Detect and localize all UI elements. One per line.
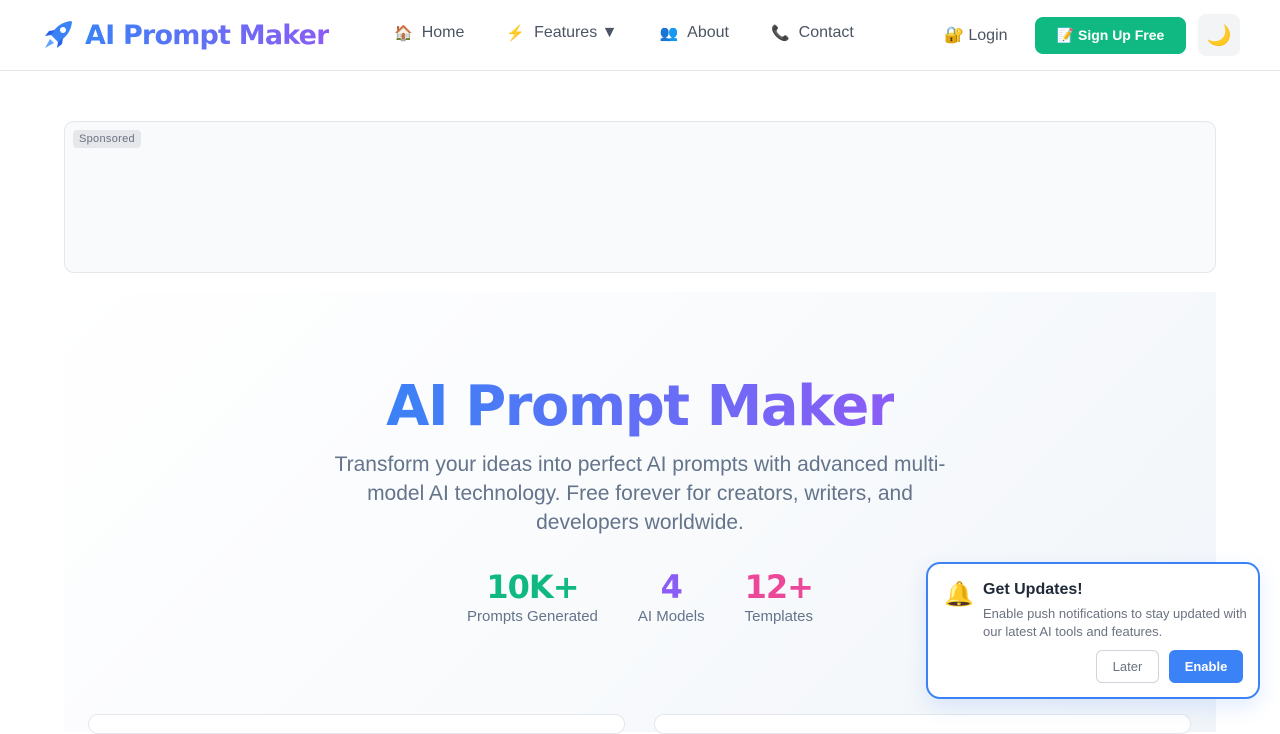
sponsored-ad-banner[interactable]: Sponsored bbox=[64, 121, 1216, 273]
stat-prompts-value: 10K+ bbox=[486, 568, 579, 606]
stat-templates-value: 12+ bbox=[744, 568, 814, 606]
nav-features-dropdown[interactable]: ⚡ Features ▼ bbox=[506, 24, 617, 42]
sponsored-label: Sponsored bbox=[73, 130, 141, 148]
people-icon: 👥 bbox=[659, 25, 679, 42]
later-button[interactable]: Later bbox=[1096, 650, 1159, 683]
nav-about-link[interactable]: 👥 About bbox=[659, 24, 729, 42]
feature-card[interactable] bbox=[654, 714, 1191, 734]
stat-prompts: 10K+ Prompts Generated bbox=[467, 568, 598, 625]
stat-models: 4 AI Models bbox=[638, 568, 705, 625]
login-link[interactable]: 🔐 Login bbox=[944, 25, 1008, 45]
nav-features-label: Features ▼ bbox=[534, 24, 618, 41]
signup-button[interactable]: 📝 Sign Up Free bbox=[1035, 17, 1186, 54]
notification-title: Get Updates! bbox=[983, 581, 1083, 598]
nav-about-label: About bbox=[687, 24, 729, 41]
lightning-icon: ⚡ bbox=[506, 25, 526, 42]
top-navbar: AI Prompt Maker 🏠 Home ⚡ Features ▼ 👥 Ab… bbox=[0, 0, 1280, 71]
bell-icon: 🔔 bbox=[944, 581, 974, 608]
home-icon: 🏠 bbox=[394, 25, 413, 42]
hero-title: AI Prompt Maker bbox=[386, 374, 895, 439]
stat-prompts-label: Prompts Generated bbox=[467, 608, 598, 625]
stat-templates: 12+ Templates bbox=[744, 568, 814, 625]
brand-logo[interactable]: AI Prompt Maker bbox=[40, 17, 330, 53]
rocket-icon bbox=[45, 21, 72, 48]
nav-home-label: Home bbox=[421, 24, 465, 41]
stat-models-label: AI Models bbox=[637, 608, 705, 625]
dark-mode-toggle[interactable]: 🌙 bbox=[1198, 14, 1240, 56]
main-nav: 🏠 Home ⚡ Features ▼ 👥 About 📞 Contact bbox=[394, 24, 896, 42]
nav-contact-label: Contact bbox=[798, 24, 854, 41]
stat-models-value: 4 bbox=[660, 568, 683, 606]
brand-name: AI Prompt Maker bbox=[85, 19, 330, 51]
hero-subtitle: Transform your ideas into perfect AI pro… bbox=[334, 453, 946, 534]
stat-templates-label: Templates bbox=[744, 608, 813, 625]
feature-card[interactable] bbox=[88, 714, 625, 734]
push-notification-popup: 🔔 Get Updates! Enable push notifications… bbox=[926, 562, 1260, 699]
nav-home-link[interactable]: 🏠 Home bbox=[394, 24, 464, 42]
nav-contact-link[interactable]: 📞 Contact bbox=[771, 24, 854, 42]
phone-icon: 📞 bbox=[770, 25, 790, 42]
enable-notifications-button[interactable]: Enable bbox=[1169, 650, 1243, 683]
notification-text: Enable push notifications to stay update… bbox=[983, 606, 1247, 639]
